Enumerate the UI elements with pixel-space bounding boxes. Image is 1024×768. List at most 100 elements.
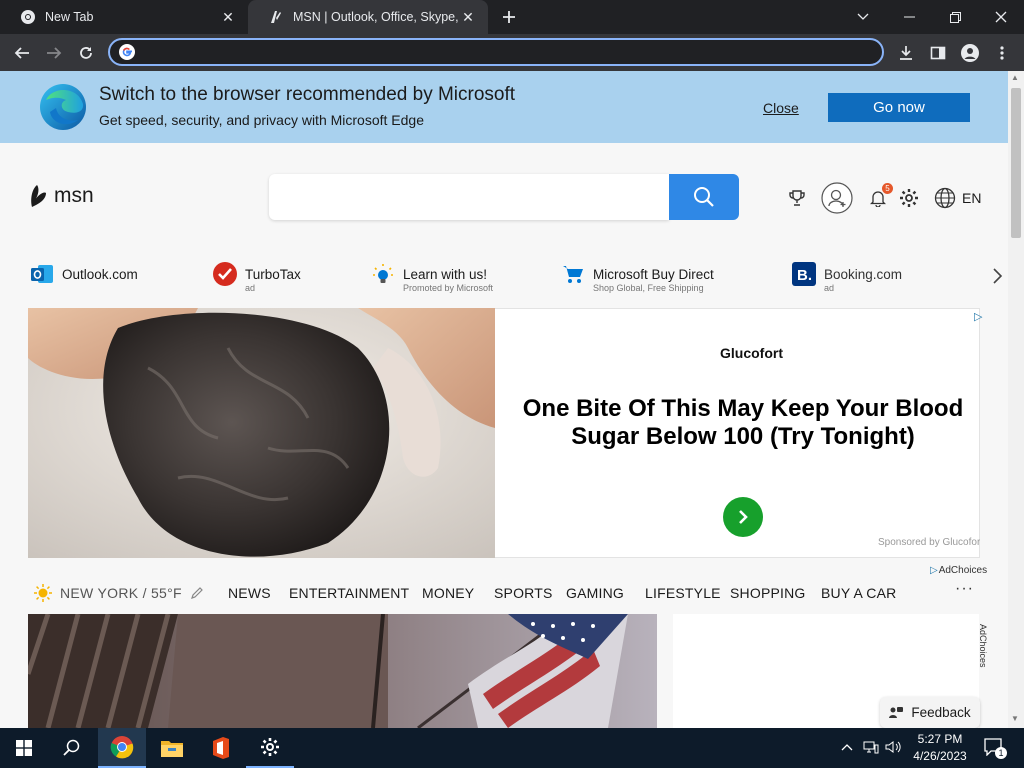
tab-search-icon[interactable] <box>840 0 886 34</box>
feedback-button[interactable]: Feedback <box>880 697 980 728</box>
clock-date: 4/26/2023 <box>913 749 967 763</box>
ad-image[interactable] <box>28 308 495 558</box>
close-tab-icon[interactable]: ✕ <box>220 9 236 25</box>
taskbar-office-icon[interactable] <box>197 728 245 768</box>
close-tab-icon[interactable]: ✕ <box>460 9 476 25</box>
msn-logo-text: msn <box>54 184 94 207</box>
restore-icon[interactable] <box>932 0 978 34</box>
profile-icon[interactable] <box>959 42 981 64</box>
back-icon[interactable] <box>11 42 33 64</box>
nav-entertainment[interactable]: ENTERTAINMENT <box>289 585 409 601</box>
new-tab-icon[interactable] <box>500 8 518 26</box>
adchoices-link[interactable]: ▷ AdChoices <box>930 565 987 576</box>
edge-logo-icon <box>38 82 88 132</box>
close-window-icon[interactable] <box>978 0 1024 34</box>
windows-start-icon[interactable] <box>0 728 48 768</box>
taskbar-chrome-icon[interactable] <box>98 728 146 768</box>
tab-title: MSN | Outlook, Office, Skype, Bing <box>293 10 460 24</box>
address-input[interactable] <box>144 43 864 61</box>
quicklink-label: Learn with us! <box>403 267 488 282</box>
quicklink-label: TurboTax <box>245 267 301 282</box>
nav-money[interactable]: MONEY <box>422 585 474 601</box>
google-icon <box>119 44 135 60</box>
side-panel-icon[interactable] <box>927 42 949 64</box>
adchoices-link[interactable]: AdChoices <box>978 624 988 668</box>
nav-more-button[interactable]: ··· <box>955 580 974 598</box>
address-bar[interactable] <box>108 38 884 66</box>
scrollbar-thumb[interactable] <box>1011 88 1021 238</box>
forward-icon[interactable] <box>43 42 65 64</box>
tab-msn[interactable]: MSN | Outlook, Office, Skype, Bing ✕ <box>248 0 488 34</box>
feedback-icon <box>889 706 904 720</box>
menu-icon[interactable] <box>991 42 1013 64</box>
banner-close-link[interactable]: Close <box>763 100 799 116</box>
taskbar-settings-icon[interactable] <box>246 728 294 768</box>
settings-gear-icon[interactable] <box>897 186 921 210</box>
scroll-up-icon[interactable]: ▲ <box>1011 73 1019 82</box>
msn-favicon-icon <box>268 9 284 25</box>
sign-in-avatar-icon[interactable] <box>820 181 854 215</box>
reload-icon[interactable] <box>75 42 97 64</box>
ad-sponsor: Sponsored by Glucofort <box>878 537 980 548</box>
turbotax-icon <box>213 262 237 286</box>
nav-shopping[interactable]: SHOPPING <box>730 585 806 601</box>
ad-headline[interactable]: One Bite Of This May Keep Your Blood Sug… <box>505 395 981 451</box>
tray-chevron-up-icon[interactable] <box>838 738 856 756</box>
quicklink-outlook[interactable]: Outlook.com <box>30 262 138 296</box>
ad-info-icon[interactable]: ▷ <box>974 310 982 323</box>
chevron-right-icon <box>735 509 751 525</box>
quicklink-sublabel: Shop Global, Free Shipping <box>593 283 704 293</box>
msn-logo[interactable]: msn <box>28 183 94 209</box>
minimize-icon[interactable] <box>886 0 932 34</box>
taskbar-file-explorer-icon[interactable] <box>148 728 196 768</box>
adchoices-icon: ▷ <box>930 565 938 576</box>
go-now-button[interactable]: Go now <box>828 93 970 122</box>
quicklink-label: Microsoft Buy Direct <box>593 267 714 282</box>
chevron-right-icon[interactable] <box>988 266 1006 286</box>
msn-butterfly-icon <box>28 183 48 209</box>
scroll-down-icon[interactable]: ▼ <box>1011 714 1019 723</box>
edit-pencil-icon[interactable] <box>190 586 204 600</box>
quicklink-sublabel: Promoted by Microsoft <box>403 283 494 293</box>
lightbulb-icon <box>371 262 395 286</box>
clock-time: 5:27 PM <box>917 732 963 746</box>
booking-icon: B. <box>792 262 816 286</box>
cart-icon <box>561 262 585 286</box>
quicklink-turbotax[interactable]: TurboTax ad <box>213 262 301 296</box>
nav-sports[interactable]: SPORTS <box>494 585 553 601</box>
rewards-trophy-icon[interactable] <box>785 186 809 210</box>
quicklink-sublabel: ad <box>245 283 256 293</box>
taskbar-search-icon[interactable] <box>48 728 96 768</box>
language-globe-icon[interactable] <box>933 186 957 210</box>
nav-gaming[interactable]: GAMING <box>566 585 624 601</box>
banner-subtext: Get speed, security, and privacy with Mi… <box>99 112 424 128</box>
network-icon[interactable] <box>862 738 880 756</box>
language-label[interactable]: EN <box>962 190 981 206</box>
ad-brand: Glucofort <box>720 345 783 361</box>
banner-headline: Switch to the browser recommended by Mic… <box>99 84 516 105</box>
weather-widget[interactable]: NEW YORK / 55°F <box>34 584 204 602</box>
volume-icon[interactable] <box>885 738 903 756</box>
nav-lifestyle[interactable]: LIFESTYLE <box>645 585 721 601</box>
quicklink-booking[interactable]: B. Booking.com ad <box>792 262 902 296</box>
nav-news[interactable]: NEWS <box>228 585 271 601</box>
download-icon[interactable] <box>895 42 917 64</box>
notification-badge: 5 <box>882 183 893 194</box>
taskbar-clock[interactable]: 5:27 PM 4/26/2023 <box>905 731 975 765</box>
ad-arrow-button[interactable] <box>723 497 763 537</box>
notification-count-badge: 1 <box>995 747 1007 759</box>
quicklink-learn[interactable]: Learn with us! Promoted by Microsoft <box>371 262 493 296</box>
hero-story-image[interactable] <box>28 614 657 728</box>
svg-text:B.: B. <box>797 267 812 284</box>
quicklink-sublabel: ad <box>824 283 835 293</box>
feedback-label: Feedback <box>911 705 971 720</box>
search-input[interactable] <box>269 174 669 220</box>
tab-title: New Tab <box>45 10 94 24</box>
quicklink-label: Booking.com <box>824 267 903 282</box>
quicklink-buy-direct[interactable]: Microsoft Buy Direct Shop Global, Free Sh… <box>561 262 714 296</box>
search-icon <box>693 186 715 208</box>
chrome-icon <box>20 9 36 25</box>
search-button[interactable] <box>669 174 739 220</box>
nav-buy-a-car[interactable]: BUY A CAR <box>821 585 896 601</box>
tab-new-tab[interactable]: New Tab ✕ <box>0 0 248 34</box>
